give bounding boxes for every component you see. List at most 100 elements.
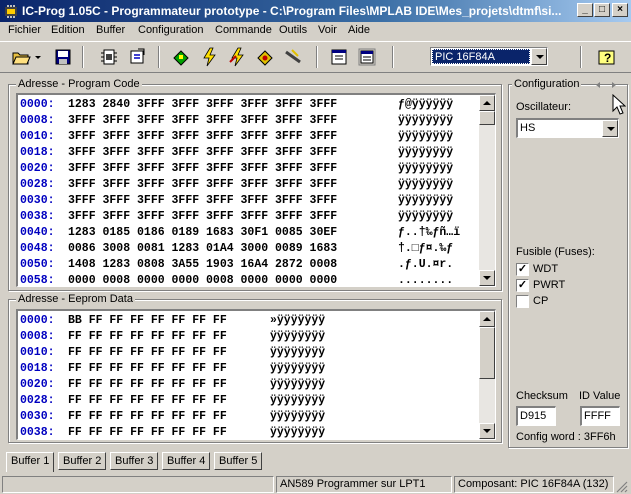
row-hex-data[interactable]: FF FF FF FF FF FF FF FF xyxy=(68,425,227,439)
menu-outils[interactable]: Outils xyxy=(279,24,307,36)
status-programmer: AN589 Programmer sur LPT1 xyxy=(276,476,452,493)
toolbar-separator xyxy=(580,46,582,68)
row-hex-data[interactable]: 3FFF 3FFF 3FFF 3FFF 3FFF 3FFF 3FFF 3FFF xyxy=(68,145,337,161)
pwrt-label: PWRT xyxy=(533,279,566,291)
row-hex-data[interactable]: FF FF FF FF FF FF FF FF xyxy=(68,377,227,393)
window-title: IC-Prog 1.05C - Programmateur prototype … xyxy=(22,4,562,18)
row-address: 0030: xyxy=(20,410,55,423)
scroll-up-icon[interactable] xyxy=(479,311,495,327)
tab-buffer-5[interactable]: Buffer 5 xyxy=(214,452,263,470)
chevron-down-icon[interactable] xyxy=(531,48,547,65)
dropdown-arrow-icon[interactable] xyxy=(32,46,44,68)
row-address: 0028: xyxy=(20,178,55,191)
title-bar[interactable]: IC-Prog 1.05C - Programmateur prototype … xyxy=(0,0,631,22)
chevron-down-icon[interactable] xyxy=(602,120,618,137)
verify-device-icon[interactable] xyxy=(254,46,276,68)
row-hex-data[interactable]: 0000 0008 0000 0000 0008 0000 0000 0000 xyxy=(68,273,337,286)
row-address: 0048: xyxy=(20,242,55,255)
maximize-button[interactable]: □ xyxy=(594,3,610,17)
open-folder-icon[interactable] xyxy=(10,46,32,68)
eeprom-listbox[interactable]: 0000: BB FF FF FF FF FF FF FF »ÿÿÿÿÿÿÿ 0008… xyxy=(16,309,496,440)
pane-arrows-icon[interactable] xyxy=(594,80,624,90)
row-hex-data[interactable]: 1283 2840 3FFF 3FFF 3FFF 3FFF 3FFF 3FFF xyxy=(68,97,337,113)
tab-buffer-2[interactable]: Buffer 2 xyxy=(58,452,107,470)
close-button[interactable]: × xyxy=(612,3,628,17)
checksum-field[interactable]: D915 xyxy=(516,406,556,426)
blank-check-icon[interactable] xyxy=(282,46,304,68)
program-device-icon[interactable] xyxy=(198,46,220,68)
view-window-2-icon[interactable] xyxy=(356,46,378,68)
row-ascii-data: »ÿÿÿÿÿÿÿ xyxy=(270,314,326,327)
menu-voir[interactable]: Voir xyxy=(318,24,337,36)
row-hex-data[interactable]: 1283 0185 0186 0189 1683 30F1 0085 30EF xyxy=(68,225,337,241)
program-code-listbox[interactable]: 0000: 1283 2840 3FFF 3FFF 3FFF 3FFF 3FFF … xyxy=(16,93,496,287)
scroll-down-icon[interactable] xyxy=(479,270,495,286)
menu-buffer[interactable]: Buffer xyxy=(96,24,125,36)
id-value-field[interactable]: FFFF xyxy=(580,406,620,426)
menu-commande[interactable]: Commande xyxy=(215,24,272,36)
pwrt-checkbox[interactable]: ✓ xyxy=(516,279,529,292)
tab-buffer-4[interactable]: Buffer 4 xyxy=(162,452,211,470)
row-hex-data[interactable]: 3FFF 3FFF 3FFF 3FFF 3FFF 3FFF 3FFF 3FFF xyxy=(68,129,337,145)
menu-fichier[interactable]: Fichier xyxy=(8,24,41,36)
menu-aide[interactable]: Aide xyxy=(348,24,370,36)
scroll-down-icon[interactable] xyxy=(479,423,495,439)
row-hex-data[interactable]: FF FF FF FF FF FF FF FF xyxy=(68,361,227,377)
menu-configuration[interactable]: Configuration xyxy=(138,24,203,36)
row-ascii-data: ƒ..†‰ƒñ…ï xyxy=(398,226,461,239)
row-address: 0000: xyxy=(20,314,55,327)
row-ascii-data: ÿÿÿÿÿÿÿÿ xyxy=(398,146,454,159)
app-icon xyxy=(5,5,17,18)
configuration-title: Configuration xyxy=(512,78,582,90)
cp-checkbox[interactable] xyxy=(516,295,529,308)
svg-text:?: ? xyxy=(604,51,611,65)
scrollbar-thumb[interactable] xyxy=(479,327,495,379)
row-hex-data[interactable]: FF FF FF FF FF FF FF FF xyxy=(68,409,227,425)
erase-device-icon[interactable] xyxy=(226,46,248,68)
oscillator-select[interactable]: HS xyxy=(516,118,619,138)
program-code-scrollbar[interactable] xyxy=(479,95,495,286)
read-device-icon[interactable] xyxy=(170,46,192,68)
row-hex-data[interactable]: FF FF FF FF FF FF FF FF xyxy=(68,393,227,409)
device-select[interactable]: PIC 16F84A xyxy=(430,47,548,66)
row-hex-data[interactable]: 3FFF 3FFF 3FFF 3FFF 3FFF 3FFF 3FFF 3FFF xyxy=(68,177,337,193)
view-window-icon[interactable] xyxy=(328,46,350,68)
row-hex-data[interactable]: 3FFF 3FFF 3FFF 3FFF 3FFF 3FFF 3FFF 3FFF xyxy=(68,209,337,225)
chip-icon[interactable] xyxy=(98,46,120,68)
row-hex-data[interactable]: 3FFF 3FFF 3FFF 3FFF 3FFF 3FFF 3FFF 3FFF xyxy=(68,193,337,209)
row-address: 0018: xyxy=(20,146,55,159)
eeprom-scrollbar[interactable] xyxy=(479,311,495,439)
cp-label: CP xyxy=(533,295,549,307)
row-ascii-data: ƒ@ÿÿÿÿÿÿ xyxy=(398,98,454,111)
chip-config-icon[interactable] xyxy=(126,46,148,68)
row-hex-data[interactable]: FF FF FF FF FF FF FF FF xyxy=(68,345,227,361)
row-hex-data[interactable]: 3FFF 3FFF 3FFF 3FFF 3FFF 3FFF 3FFF 3FFF xyxy=(68,161,337,177)
row-address: 0038: xyxy=(20,210,55,223)
status-panel-empty xyxy=(2,476,274,493)
status-bar: AN589 Programmer sur LPT1 Composant: PIC… xyxy=(0,474,631,494)
eeprom-title: Adresse - Eeprom Data xyxy=(16,293,135,305)
menu-edition[interactable]: Edition xyxy=(51,24,85,36)
row-address: 0040: xyxy=(20,226,55,239)
tab-buffer-1[interactable]: Buffer 1 xyxy=(6,452,55,472)
scroll-up-icon[interactable] xyxy=(479,95,495,111)
row-hex-data[interactable]: BB FF FF FF FF FF FF FF xyxy=(68,313,227,329)
row-ascii-data: ÿÿÿÿÿÿÿÿ xyxy=(270,394,326,407)
toolbar: PIC 16F84A ? xyxy=(0,41,631,73)
save-disk-icon[interactable] xyxy=(52,46,74,68)
row-ascii-data: †.□ƒ¤.‰ƒ xyxy=(398,242,454,255)
row-hex-data[interactable]: FF FF FF FF FF FF FF FF xyxy=(68,329,227,345)
wdt-checkbox[interactable]: ✓ xyxy=(516,263,529,276)
row-hex-data[interactable]: 3FFF 3FFF 3FFF 3FFF 3FFF 3FFF 3FFF 3FFF xyxy=(68,113,337,129)
row-ascii-data: .ƒ.U.¤r. xyxy=(398,258,454,271)
row-hex-data[interactable]: 0086 3008 0081 1283 01A4 3000 0089 1683 xyxy=(68,241,337,257)
tab-buffer-3[interactable]: Buffer 3 xyxy=(110,452,159,470)
toolbar-separator xyxy=(158,46,160,68)
minimize-button[interactable]: _ xyxy=(577,3,593,17)
toolbar-separator xyxy=(82,46,84,68)
help-icon[interactable]: ? xyxy=(596,46,618,68)
row-ascii-data: ÿÿÿÿÿÿÿÿ xyxy=(270,346,326,359)
resize-grip-icon[interactable] xyxy=(615,480,628,493)
row-hex-data[interactable]: 1408 1283 0808 3A55 1903 16A4 2872 0008 xyxy=(68,257,337,273)
scrollbar-thumb[interactable] xyxy=(479,111,495,125)
